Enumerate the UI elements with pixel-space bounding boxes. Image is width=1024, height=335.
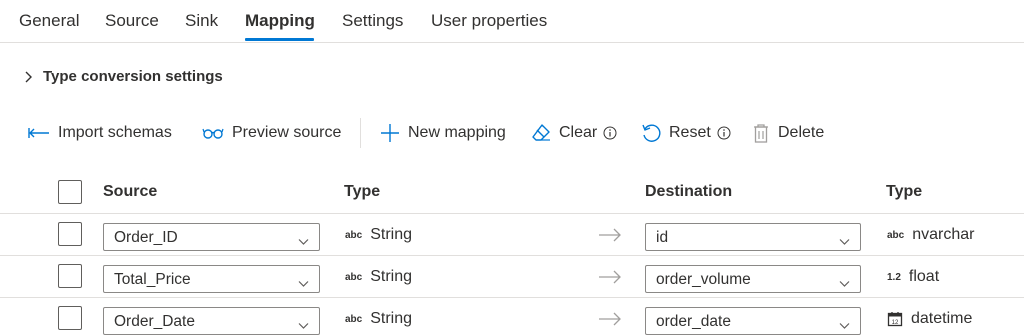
type-conversion-settings-label: Type conversion settings	[43, 68, 223, 85]
source-type-value: String	[370, 226, 413, 243]
calendar-icon: 12	[887, 311, 903, 327]
mapping-arrow-icon	[598, 228, 622, 246]
import-schemas-button[interactable]: Import schemas	[28, 117, 172, 149]
trash-icon	[752, 123, 770, 143]
source-column-value: Total_Price	[114, 271, 191, 288]
preview-source-button[interactable]: Preview source	[202, 117, 341, 149]
string-type-icon: abc	[345, 229, 363, 241]
reset-button[interactable]: Reset	[641, 117, 731, 149]
column-header-destination: Destination	[645, 183, 733, 200]
destination-type-value: nvarchar	[912, 226, 975, 243]
delete-label: Delete	[778, 124, 825, 141]
mapping-arrow-icon	[598, 270, 622, 288]
chevron-down-icon	[298, 317, 309, 334]
eraser-icon	[531, 123, 551, 143]
tab-bar: General Source Sink Mapping Settings Use…	[0, 0, 1024, 43]
active-tab-indicator	[245, 38, 314, 41]
clear-button[interactable]: Clear	[531, 117, 617, 149]
mapping-arrow-icon	[598, 312, 622, 330]
reset-icon	[641, 123, 661, 143]
info-icon[interactable]	[717, 126, 731, 140]
table-header: Source Type Destination Type	[0, 172, 1024, 214]
destination-column-value: order_volume	[656, 271, 751, 288]
source-column-dropdown[interactable]: Order_ID	[103, 223, 320, 251]
row-checkbox[interactable]	[58, 306, 82, 330]
column-header-dest-type: Type	[886, 183, 923, 200]
source-type-cell: abc String	[345, 226, 412, 244]
row-checkbox[interactable]	[58, 222, 82, 246]
tab-settings[interactable]: Settings	[342, 11, 403, 31]
destination-column-value: id	[656, 229, 669, 246]
plus-icon	[380, 123, 400, 143]
tab-user-properties[interactable]: User properties	[431, 11, 547, 31]
select-all-checkbox[interactable]	[58, 180, 82, 204]
glasses-icon	[202, 127, 224, 139]
info-icon[interactable]	[603, 126, 617, 140]
chevron-down-icon	[298, 233, 309, 250]
source-type-cell: abc String	[345, 310, 412, 328]
tab-mapping[interactable]: Mapping	[245, 11, 315, 31]
svg-text:12: 12	[892, 320, 899, 326]
source-type-value: String	[370, 310, 413, 327]
source-type-value: String	[370, 268, 413, 285]
toolbar: Import schemas Preview source New mappin…	[0, 117, 1024, 149]
clear-label: Clear	[559, 124, 598, 141]
destination-column-dropdown[interactable]: order_date	[645, 307, 861, 335]
chevron-down-icon	[839, 233, 850, 250]
toolbar-divider	[360, 118, 361, 148]
destination-column-dropdown[interactable]: order_volume	[645, 265, 861, 293]
destination-column-value: order_date	[656, 313, 731, 330]
tab-sink[interactable]: Sink	[185, 11, 218, 31]
source-column-value: Order_Date	[114, 313, 195, 330]
preview-source-label: Preview source	[232, 124, 342, 141]
new-mapping-label: New mapping	[408, 124, 506, 141]
destination-column-dropdown[interactable]: id	[645, 223, 861, 251]
destination-type-cell: abc nvarchar	[887, 226, 974, 244]
column-header-type: Type	[344, 183, 381, 200]
type-conversion-settings-toggle[interactable]: Type conversion settings	[22, 68, 223, 85]
import-schemas-label: Import schemas	[58, 124, 172, 141]
source-column-value: Order_ID	[114, 229, 178, 246]
table-row: Order_ID abc String id abc nvarchar	[0, 214, 1024, 256]
import-arrow-icon	[28, 127, 50, 139]
chevron-down-icon	[839, 317, 850, 334]
tab-source[interactable]: Source	[105, 11, 159, 31]
source-column-dropdown[interactable]: Order_Date	[103, 307, 320, 335]
string-type-icon: abc	[345, 313, 363, 325]
tab-general[interactable]: General	[19, 11, 79, 31]
float-type-icon: 1.2	[887, 271, 901, 283]
destination-type-cell: 12 datetime	[887, 310, 972, 328]
column-header-source: Source	[103, 183, 158, 200]
delete-button[interactable]: Delete	[752, 117, 824, 149]
source-type-cell: abc String	[345, 268, 412, 286]
table-row: Total_Price abc String order_volume 1.2 …	[0, 256, 1024, 298]
destination-type-cell: 1.2 float	[887, 268, 939, 286]
source-column-dropdown[interactable]: Total_Price	[103, 265, 320, 293]
string-type-icon: abc	[887, 229, 905, 241]
chevron-down-icon	[839, 275, 850, 292]
destination-type-value: datetime	[911, 310, 973, 327]
reset-label: Reset	[669, 124, 711, 141]
row-checkbox[interactable]	[58, 264, 82, 288]
destination-type-value: float	[908, 268, 940, 285]
string-type-icon: abc	[345, 271, 363, 283]
new-mapping-button[interactable]: New mapping	[380, 117, 506, 149]
chevron-down-icon	[298, 275, 309, 292]
table-row: Order_Date abc String order_date 12 date…	[0, 298, 1024, 335]
chevron-right-icon	[22, 69, 36, 85]
